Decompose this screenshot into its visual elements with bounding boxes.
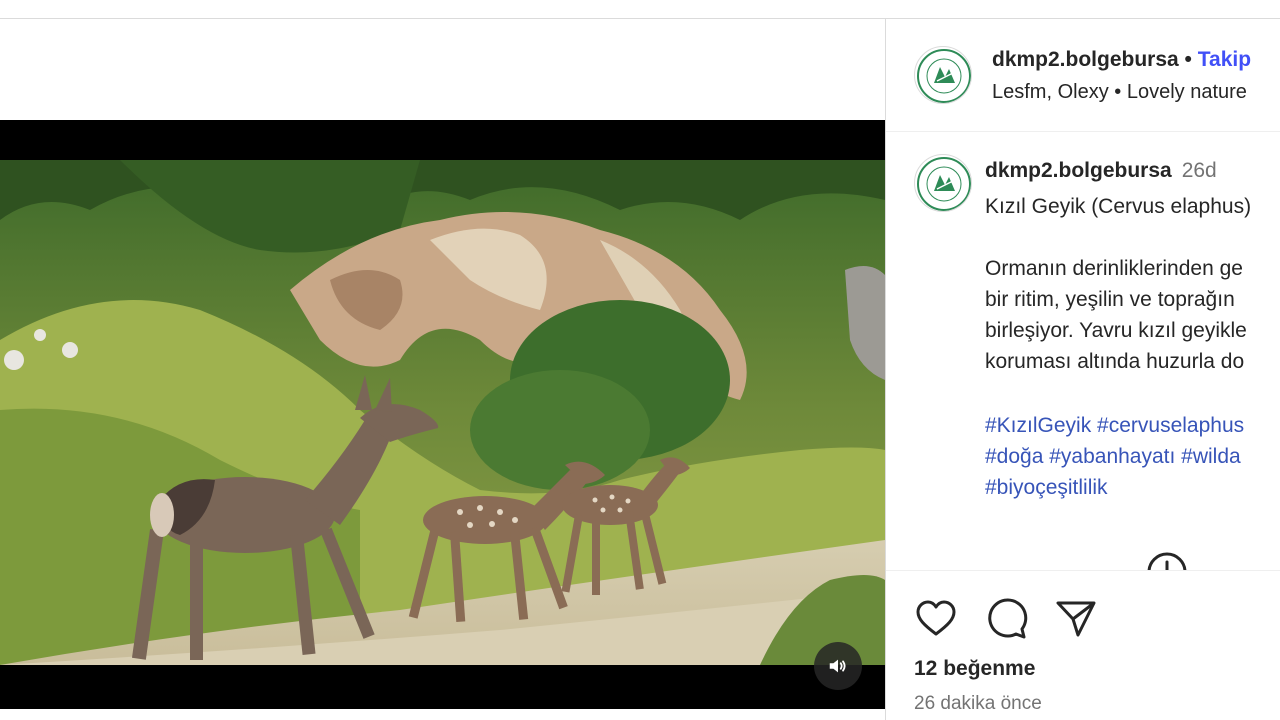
comment-icon[interactable] [984, 597, 1028, 641]
audio-info[interactable]: Lesfm, Olexy • Lovely nature [992, 81, 1247, 104]
separator-dot: • [1184, 48, 1192, 71]
hashtag-line[interactable]: #doğa #yabanhayatı #wilda [985, 441, 1241, 472]
speaker-icon [829, 659, 846, 673]
caption-line: bir ritim, yeşilin ve toprağın [985, 288, 1235, 311]
post-header: dkmp2.bolgebursa • Takip Lesfm, Olexy • … [886, 19, 1280, 132]
more-options-icon[interactable] [1146, 551, 1188, 570]
caption-line: Ormanın derinliklerinden ge [985, 257, 1243, 280]
caption-area: dkmp2.bolgebursa 26d Kızıl Geyik (Cervus … [886, 133, 1280, 570]
post-sidebar: dkmp2.bolgebursa • Takip Lesfm, Olexy • … [885, 19, 1280, 720]
like-count[interactable]: 12 beğenme [914, 657, 1035, 681]
video-frame [0, 160, 885, 665]
hashtag-line[interactable]: #KızılGeyik #cervuselaphus [985, 410, 1244, 441]
caption-age[interactable]: 26d [1182, 159, 1217, 182]
heart-icon[interactable] [914, 597, 958, 641]
caption-line: birleşiyor. Yavru kızıl geyikle [985, 319, 1247, 342]
post-media [0, 19, 885, 720]
separator-dot: • [1114, 81, 1122, 103]
audio-artists[interactable]: Lesfm, Olexy [992, 81, 1109, 103]
caption-title: Kızıl Geyik (Cervus elaphus) [985, 195, 1252, 218]
follow-button[interactable]: Takip [1198, 48, 1251, 71]
mute-toggle-button[interactable] [814, 642, 862, 690]
caption-avatar[interactable] [914, 154, 972, 212]
share-icon[interactable] [1054, 597, 1098, 641]
caption-username[interactable]: dkmp2.bolgebursa [985, 159, 1172, 182]
post-timestamp[interactable]: 26 dakika önce [914, 693, 1042, 715]
action-bar: 12 beğenme 26 dakika önce [886, 570, 1280, 720]
top-bar [0, 0, 1280, 19]
video-player[interactable] [0, 120, 885, 709]
caption-line: koruması altında huzurla do [985, 350, 1245, 373]
hashtag-line[interactable]: #biyoçeşitlilik [985, 472, 1108, 503]
header-username[interactable]: dkmp2.bolgebursa [992, 48, 1179, 71]
audio-track[interactable]: Lovely nature [1127, 81, 1247, 103]
account-logo-icon [917, 157, 971, 211]
avatar[interactable] [914, 46, 972, 104]
account-logo-icon [917, 49, 971, 103]
